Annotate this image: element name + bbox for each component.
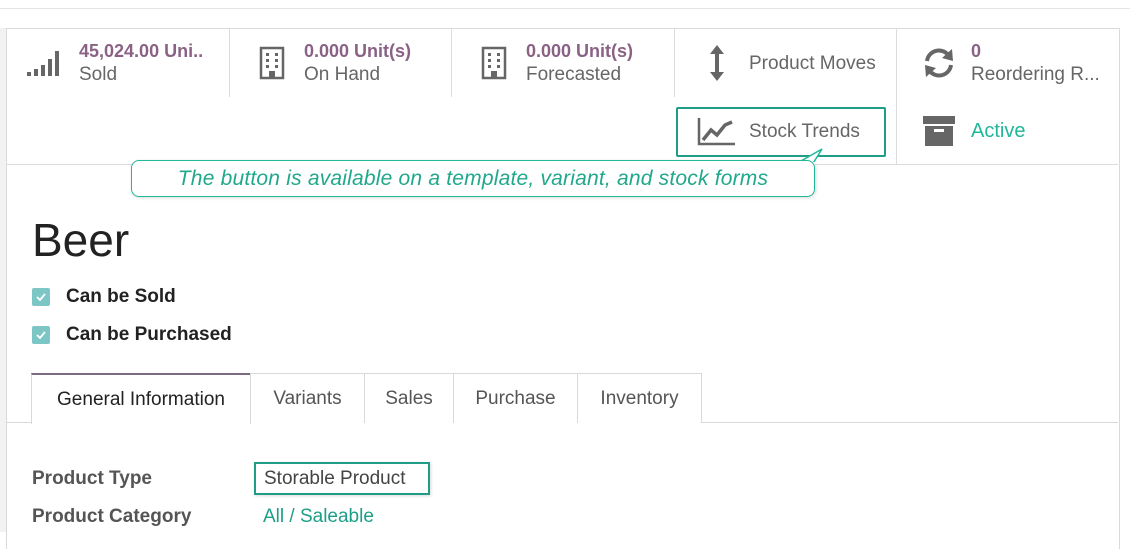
tab-variants[interactable]: Variants <box>250 373 365 423</box>
product-category-link[interactable]: All / Saleable <box>263 506 374 528</box>
archive-icon <box>917 116 961 146</box>
active-label: Active <box>971 119 1026 142</box>
can-be-sold-label: Can be Sold <box>66 286 176 307</box>
tab-inventory[interactable]: Inventory <box>577 373 702 423</box>
sold-label: Sold <box>79 64 118 85</box>
can-be-purchased-label: Can be Purchased <box>66 324 232 345</box>
can-be-purchased-row: Can be Purchased <box>32 324 232 346</box>
on-hand-label: On Hand <box>304 64 381 85</box>
product-type-label: Product Type <box>32 468 152 489</box>
tab-purchase[interactable]: Purchase <box>453 373 578 423</box>
can-be-sold-row: Can be Sold <box>32 286 176 308</box>
forecasted-stat-button[interactable]: 0.000 Unit(s) Forecasted <box>452 29 675 97</box>
product-title: Beer <box>32 214 130 266</box>
tab-sales[interactable]: Sales <box>364 373 454 423</box>
reordering-label: Reordering R... <box>971 64 1100 85</box>
reordering-value: 0 <box>971 41 982 61</box>
forecasted-label: Forecasted <box>526 64 622 85</box>
top-divider <box>0 8 1130 9</box>
refresh-icon <box>917 47 961 79</box>
on-hand-stat-button[interactable]: 0.000 Unit(s) On Hand <box>230 29 452 97</box>
building-icon <box>472 46 516 80</box>
product-moves-button[interactable]: Product Moves <box>675 29 897 97</box>
sold-stat-button[interactable]: 45,024.00 Uni.. Sold <box>7 29 230 97</box>
tab-general-information[interactable]: General Information <box>31 373 251 424</box>
sold-value: 45,024.00 Uni.. <box>79 41 204 61</box>
product-category-label: Product Category <box>32 506 192 527</box>
can-be-purchased-checkbox[interactable] <box>32 326 50 344</box>
building-icon <box>250 46 294 80</box>
active-toggle-button[interactable]: Active <box>897 97 1118 165</box>
reordering-rules-button[interactable]: 0 Reordering R... <box>897 29 1118 97</box>
line-chart-icon <box>695 116 739 146</box>
stock-trends-button[interactable]: Stock Trends <box>675 97 897 165</box>
product-type-select[interactable]: Storable Product <box>254 462 430 495</box>
tooltip-callout: The button is available on a template, v… <box>131 160 815 197</box>
forecasted-value: 0.000 Unit(s) <box>526 41 634 61</box>
vertical-arrows-icon <box>695 44 739 82</box>
product-moves-label: Product Moves <box>749 52 876 74</box>
on-hand-value: 0.000 Unit(s) <box>304 41 412 61</box>
signal-bars-icon <box>21 48 65 78</box>
callout-text: The button is available on a template, v… <box>177 166 769 190</box>
can-be-sold-checkbox[interactable] <box>32 288 50 306</box>
stock-trends-label: Stock Trends <box>749 120 860 142</box>
